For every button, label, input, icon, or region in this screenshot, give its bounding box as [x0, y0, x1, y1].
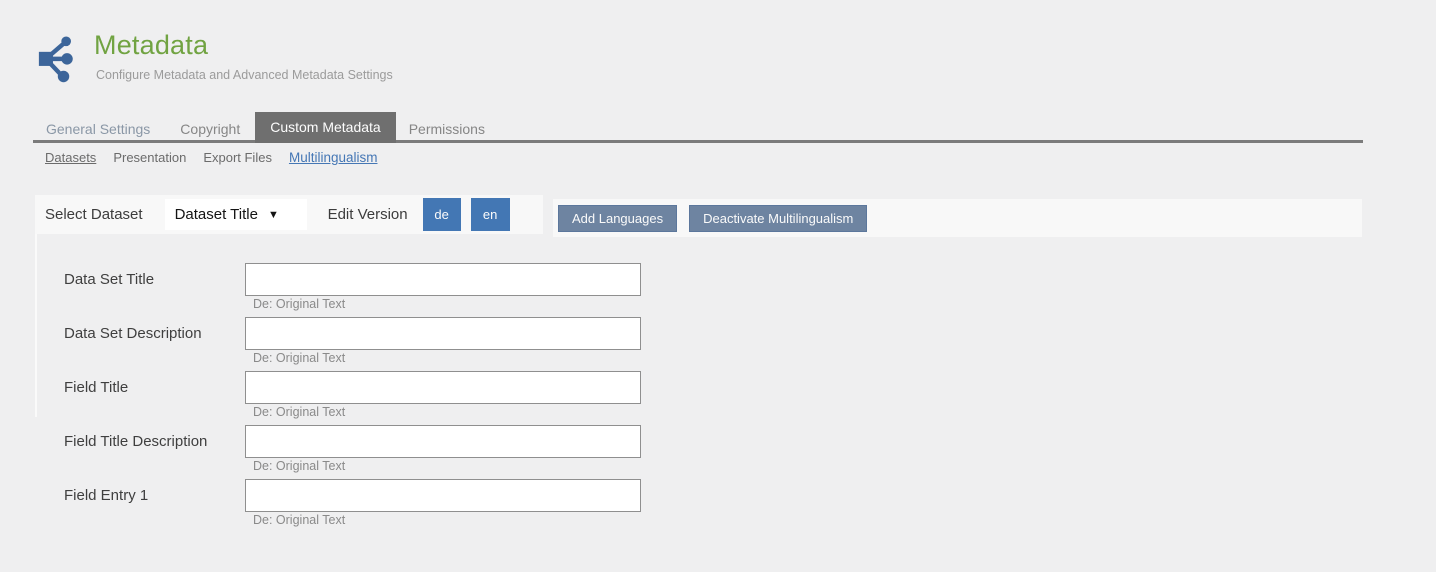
field-entry-1-input[interactable] [245, 479, 641, 512]
field-label: Field Entry 1 [37, 479, 245, 527]
subnav-export-files[interactable]: Export Files [203, 150, 272, 165]
page-title: Metadata [94, 30, 393, 61]
metadata-settings-page: Metadata Configure Metadata and Advanced… [0, 0, 1436, 572]
field-helper-text: De: Original Text [253, 513, 641, 527]
form-row-field-title: Field Title De: Original Text [37, 371, 697, 419]
form-row-field-title-description: Field Title Description De: Original Tex… [37, 425, 697, 473]
field-title-description-input[interactable] [245, 425, 641, 458]
dataset-title-input[interactable] [245, 263, 641, 296]
form-row-field-entry-1: Field Entry 1 De: Original Text [37, 479, 697, 527]
subnav-multilingualism[interactable]: Multilingualism [289, 150, 378, 165]
field-helper-text: De: Original Text [253, 297, 641, 311]
add-languages-button[interactable]: Add Languages [558, 205, 677, 232]
subnav: Datasets Presentation Export Files Multi… [45, 150, 377, 165]
share-icon [38, 32, 82, 84]
tab-copyright[interactable]: Copyright [167, 115, 253, 143]
field-label: Field Title Description [37, 425, 245, 473]
language-button-de[interactable]: de [423, 198, 461, 231]
tab-bar: General Settings Copyright Custom Metada… [33, 112, 1363, 143]
page-header: Metadata Configure Metadata and Advanced… [38, 30, 393, 84]
deactivate-multilingualism-button[interactable]: Deactivate Multilingualism [689, 205, 867, 232]
tab-permissions[interactable]: Permissions [396, 115, 498, 143]
page-subtitle: Configure Metadata and Advanced Metadata… [96, 68, 393, 82]
tab-general-settings[interactable]: General Settings [33, 115, 163, 143]
form-row-dataset-title: Data Set Title De: Original Text [37, 263, 697, 311]
dataset-dropdown[interactable]: Dataset Title ▼ [165, 199, 307, 230]
field-title-input[interactable] [245, 371, 641, 404]
language-button-en[interactable]: en [471, 198, 510, 231]
dropdown-caret-icon: ▼ [268, 209, 279, 221]
language-actions-toolbar: Add Languages Deactivate Multilingualism [553, 199, 1362, 237]
dataset-dropdown-value: Dataset Title [175, 206, 258, 223]
field-label: Field Title [37, 371, 245, 419]
field-helper-text: De: Original Text [253, 459, 641, 473]
field-helper-text: De: Original Text [253, 351, 641, 365]
form-row-dataset-description: Data Set Description De: Original Text [37, 317, 697, 365]
tab-custom-metadata[interactable]: Custom Metadata [255, 112, 396, 143]
dataset-toolbar: Select Dataset Dataset Title ▼ Edit Vers… [35, 195, 543, 234]
subnav-datasets[interactable]: Datasets [45, 150, 96, 165]
select-dataset-label: Select Dataset [45, 206, 143, 223]
dataset-description-input[interactable] [245, 317, 641, 350]
field-label: Data Set Title [37, 263, 245, 311]
subnav-presentation[interactable]: Presentation [113, 150, 186, 165]
field-helper-text: De: Original Text [253, 405, 641, 419]
field-label: Data Set Description [37, 317, 245, 365]
translation-form: Data Set Title De: Original Text Data Se… [37, 263, 697, 533]
edit-version-label: Edit Version [328, 206, 408, 223]
